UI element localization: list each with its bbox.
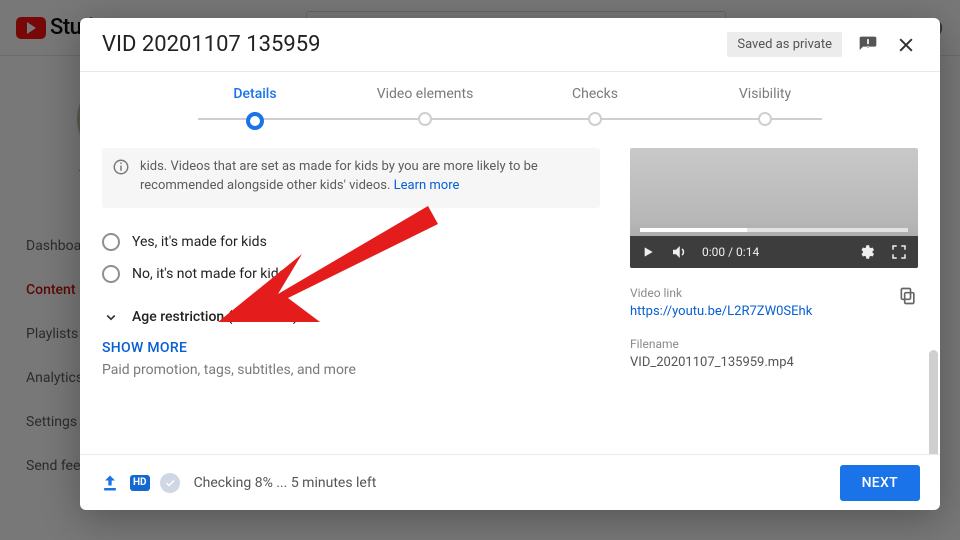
stepper: Details Video elements Checks Visibility xyxy=(80,72,940,130)
show-more-button[interactable]: SHOW MORE xyxy=(102,340,600,356)
feedback-icon[interactable] xyxy=(856,33,880,57)
step-video-elements[interactable]: Video elements xyxy=(340,86,510,126)
modal-header: VID 20201107 135959 Saved as private xyxy=(80,18,940,72)
modal-footer: HD Checking 8% ... 5 minutes left NEXT xyxy=(80,454,940,510)
player-controls: 0:00 / 0:14 xyxy=(630,236,918,268)
step-label: Visibility xyxy=(739,86,791,102)
radio-label: No, it's not made for kids xyxy=(132,266,286,282)
radio-ring-icon xyxy=(102,233,120,251)
step-dot xyxy=(758,112,772,126)
filename-label: Filename xyxy=(630,337,918,351)
radio-made-for-kids-no[interactable]: No, it's not made for kids xyxy=(102,258,600,290)
upload-status-text: Checking 8% ... 5 minutes left xyxy=(194,475,377,491)
scrub-bar[interactable] xyxy=(640,228,908,232)
step-dot xyxy=(418,112,432,126)
step-checks[interactable]: Checks xyxy=(510,86,680,126)
info-text: kids. Videos that are set as made for ki… xyxy=(140,159,538,193)
step-dot xyxy=(588,112,602,126)
modal-title: VID 20201107 135959 xyxy=(102,32,320,57)
fullscreen-icon[interactable] xyxy=(890,243,908,261)
learn-more-link[interactable]: Learn more xyxy=(394,178,460,193)
step-label: Checks xyxy=(572,86,618,102)
save-state-badge: Saved as private xyxy=(727,32,842,57)
step-details[interactable]: Details xyxy=(170,86,340,130)
stepper-rail xyxy=(198,118,822,120)
chevron-down-icon xyxy=(102,308,120,326)
close-icon[interactable] xyxy=(894,33,918,57)
scrollbar-thumb[interactable] xyxy=(929,350,938,454)
gear-icon[interactable] xyxy=(858,243,876,261)
details-pane: kids. Videos that are set as made for ki… xyxy=(102,148,600,454)
video-link-row: Video link https://youtu.be/L2R7ZW0SEhk xyxy=(630,286,918,319)
step-label: Video elements xyxy=(377,86,474,102)
radio-label: Yes, it's made for kids xyxy=(132,234,267,250)
copy-icon xyxy=(898,286,918,306)
volume-icon[interactable] xyxy=(670,243,688,261)
filename-value: VID_20201107_135959.mp4 xyxy=(630,355,918,370)
next-button[interactable]: NEXT xyxy=(840,465,920,501)
copy-link-button[interactable] xyxy=(898,286,918,306)
video-link[interactable]: https://youtu.be/L2R7ZW0SEhk xyxy=(630,304,812,319)
hd-badge: HD xyxy=(130,475,150,491)
age-restriction-expander[interactable]: Age restriction (advanced) xyxy=(102,308,600,326)
step-dot xyxy=(246,112,264,130)
kids-info-box: kids. Videos that are set as made for ki… xyxy=(102,148,600,208)
player-time: 0:00 / 0:14 xyxy=(702,245,759,259)
upload-icon xyxy=(100,473,120,493)
check-circle-icon xyxy=(160,473,180,493)
video-link-label: Video link xyxy=(630,286,812,300)
upload-status-icons: HD xyxy=(100,473,180,493)
step-label: Details xyxy=(233,86,276,102)
step-visibility[interactable]: Visibility xyxy=(680,86,850,126)
preview-pane: 0:00 / 0:14 Video link https://youtu.be/… xyxy=(630,148,918,454)
show-more-hint: Paid promotion, tags, subtitles, and mor… xyxy=(102,362,600,378)
modal-body: kids. Videos that are set as made for ki… xyxy=(80,130,940,454)
video-player[interactable]: 0:00 / 0:14 xyxy=(630,148,918,268)
scrub-fill xyxy=(640,228,747,232)
filename-row: Filename VID_20201107_135959.mp4 xyxy=(630,337,918,370)
upload-modal: VID 20201107 135959 Saved as private Det… xyxy=(80,18,940,510)
age-restriction-label: Age restriction (advanced) xyxy=(132,309,298,325)
radio-ring-icon xyxy=(102,265,120,283)
radio-made-for-kids-yes[interactable]: Yes, it's made for kids xyxy=(102,226,600,258)
made-for-kids-group: Yes, it's made for kids No, it's not mad… xyxy=(102,226,600,290)
info-icon xyxy=(112,158,130,176)
play-icon[interactable] xyxy=(640,244,656,260)
